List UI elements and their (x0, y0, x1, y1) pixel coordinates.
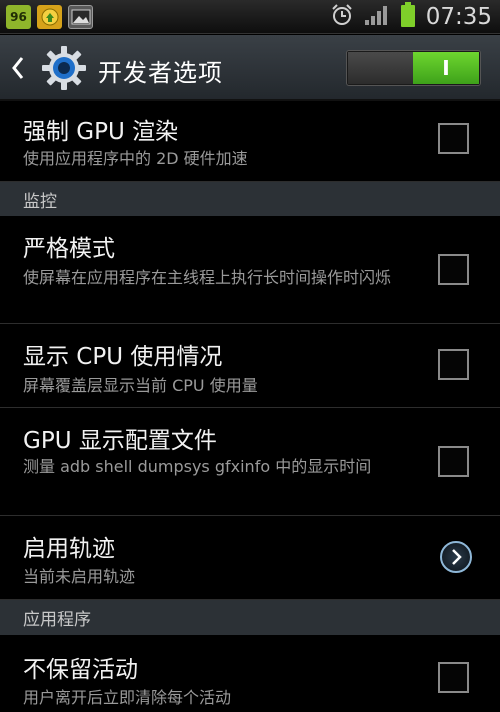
section-title: 应用程序 (23, 610, 91, 630)
battery-level-number: 96 (10, 10, 27, 24)
item-subtitle: 用户离开后立即清除每个活动 (23, 688, 232, 707)
clock: 07:35 (425, 4, 492, 30)
gallery-icon (68, 5, 93, 29)
settings-gear-icon[interactable] (40, 44, 88, 92)
list-item-gpu-profile[interactable]: GPU 显示配置文件 测量 adb shell dumpsys gfxinfo … (0, 408, 500, 516)
item-subtitle: 使用应用程序中的 2D 硬件加速 (23, 149, 248, 168)
section-title: 监控 (23, 191, 57, 212)
toggle-on-half: I (413, 52, 479, 84)
item-subtitle: 测量 adb shell dumpsys gfxinfo 中的显示时间 (23, 457, 372, 476)
item-subtitle: 使屏幕在应用程序在主线程上执行长时间操作时闪烁 (23, 268, 392, 287)
section-header-monitor: 监控 (0, 182, 500, 216)
battery-icon (400, 2, 416, 32)
checkbox-dont-keep-activities[interactable] (438, 662, 469, 693)
item-title: 强制 GPU 渲染 (23, 119, 179, 145)
back-arrow-icon (12, 57, 24, 79)
list-item-enable-traces[interactable]: 启用轨迹 当前未启用轨迹 (0, 516, 500, 600)
item-title: 启用轨迹 (23, 536, 115, 562)
item-title: 显示 CPU 使用情况 (23, 344, 223, 370)
checkbox-force-gpu-render[interactable] (438, 123, 469, 154)
market-icon (37, 5, 62, 29)
action-bar: 开发者选项 I (0, 35, 500, 101)
developer-options-toggle[interactable]: I (346, 50, 481, 86)
checkbox-strict-mode[interactable] (438, 254, 469, 285)
chevron-right-icon[interactable] (440, 541, 472, 573)
item-title: 严格模式 (23, 236, 115, 262)
signal-icon (364, 4, 390, 30)
alarm-icon (330, 3, 354, 31)
section-header-apps: 应用程序 (0, 600, 500, 635)
checkbox-gpu-profile[interactable] (438, 446, 469, 477)
list-item-force-gpu-render[interactable]: 强制 GPU 渲染 使用应用程序中的 2D 硬件加速 (0, 102, 500, 182)
item-title: GPU 显示配置文件 (23, 428, 217, 454)
settings-list: 强制 GPU 渲染 使用应用程序中的 2D 硬件加速 监控 严格模式 使屏幕在应… (0, 102, 500, 712)
checkbox-show-cpu-usage[interactable] (438, 349, 469, 380)
list-item-show-cpu-usage[interactable]: 显示 CPU 使用情况 屏幕覆盖层显示当前 CPU 使用量 (0, 324, 500, 408)
toggle-off-half (348, 52, 414, 84)
item-subtitle: 屏幕覆盖层显示当前 CPU 使用量 (23, 376, 258, 395)
list-item-dont-keep-activities[interactable]: 不保留活动 用户离开后立即清除每个活动 (0, 635, 500, 712)
status-bar: 96 07:35 (0, 0, 500, 34)
toggle-state-label: I (442, 56, 450, 80)
battery-level-icon: 96 (6, 5, 31, 29)
item-subtitle: 当前未启用轨迹 (23, 567, 136, 586)
page-title: 开发者选项 (98, 59, 223, 87)
item-title: 不保留活动 (23, 657, 138, 683)
back-button[interactable] (8, 53, 28, 83)
list-item-strict-mode[interactable]: 严格模式 使屏幕在应用程序在主线程上执行长时间操作时闪烁 (0, 216, 500, 324)
